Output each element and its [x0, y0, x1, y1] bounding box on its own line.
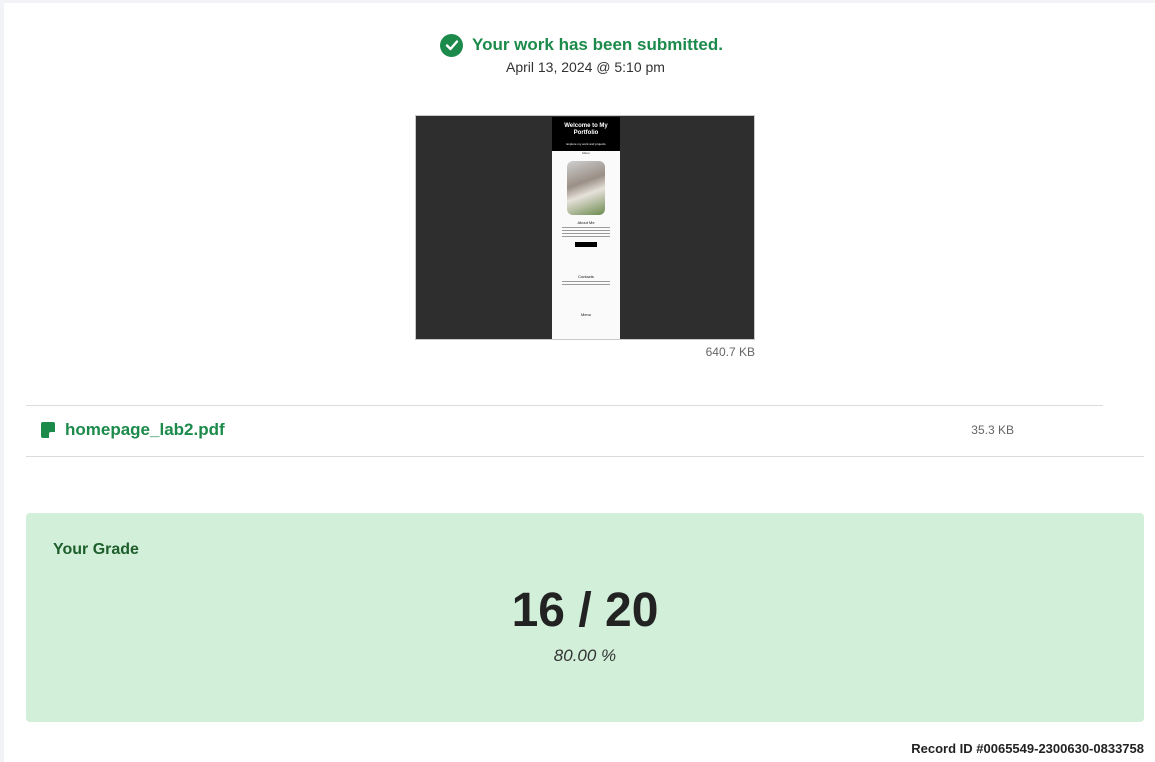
- thumbnail-header: Welcome to My Portfolio Explore my work …: [552, 117, 620, 151]
- submission-status: Your work has been submitted.: [440, 33, 723, 57]
- thumbnail-contacts-heading: Contacts: [578, 274, 594, 279]
- attachment-file-size: 35.3 KB: [971, 423, 1014, 437]
- portfolio-thumbnail: Welcome to My Portfolio Explore my work …: [552, 117, 620, 339]
- thumbnail-menu-heading: Menu: [580, 312, 591, 317]
- submission-timestamp: April 13, 2024 @ 5:10 pm: [506, 59, 665, 75]
- submission-preview-image[interactable]: Welcome to My Portfolio Explore my work …: [415, 115, 755, 340]
- thumbnail-subtitle: Explore my work and projects: [566, 142, 606, 146]
- status-message: Your work has been submitted.: [472, 35, 723, 54]
- check-circle-icon: [440, 33, 463, 57]
- thumbnail-title: Welcome to My Portfolio: [564, 123, 608, 136]
- file-icon: [41, 422, 55, 438]
- preview-file-size: 640.7 KB: [705, 345, 755, 359]
- divider: [26, 456, 1144, 457]
- thumbnail-nav: Menu: [582, 151, 590, 155]
- thumbnail-about-heading: About Me: [577, 220, 595, 225]
- grade-percent: 80.00 %: [553, 646, 617, 665]
- thumbnail-text-line: [562, 236, 610, 237]
- record-id: Record ID #0065549-2300630-0833758: [911, 741, 1144, 756]
- thumbnail-text-line: [562, 227, 610, 228]
- thumbnail-photo: [567, 161, 605, 215]
- divider: [26, 405, 1103, 406]
- thumbnail-text-line: [562, 281, 610, 282]
- grade-score: 16 / 20: [511, 584, 659, 637]
- attachment-link[interactable]: homepage_lab2.pdf: [65, 420, 225, 440]
- grade-title: Your Grade: [53, 541, 139, 558]
- attachment-row: homepage_lab2.pdf: [41, 420, 225, 440]
- thumbnail-text-line: [562, 233, 610, 234]
- thumbnail-text-line: [562, 230, 610, 231]
- grade-panel: Your Grade 16 / 20 80.00 %: [26, 513, 1144, 722]
